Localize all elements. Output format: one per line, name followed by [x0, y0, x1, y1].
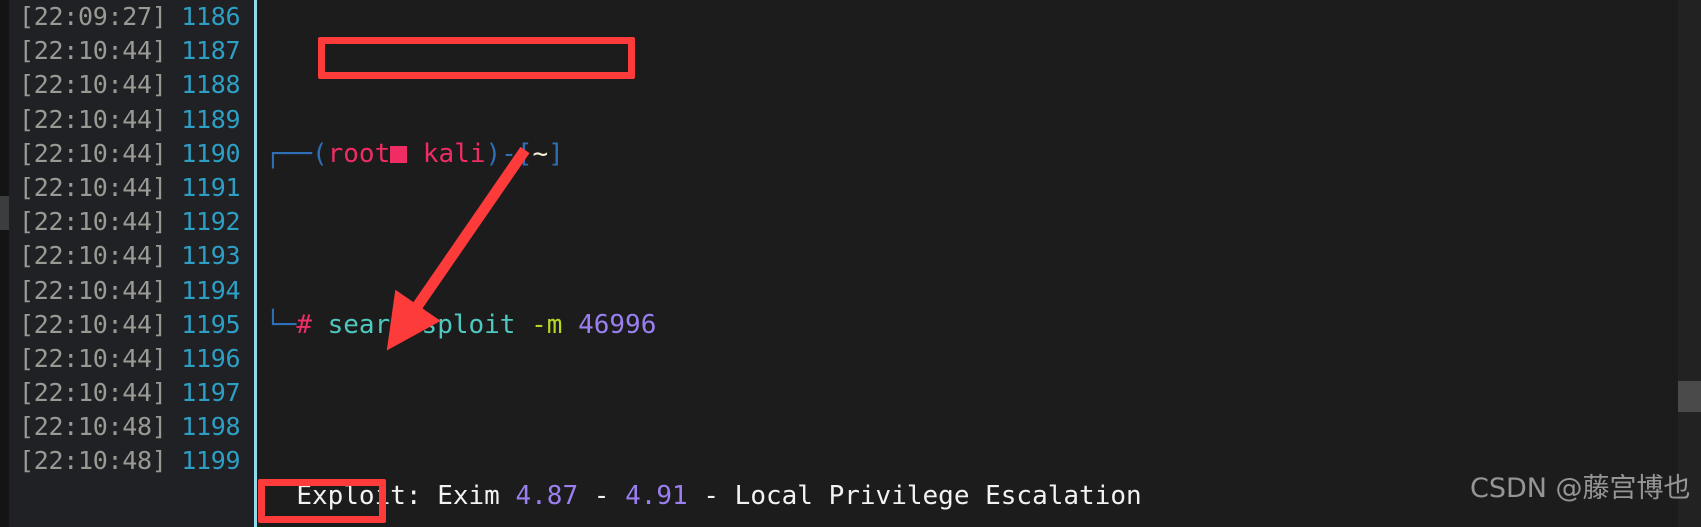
- gutter-timestamp: [22:10:44]: [19, 275, 167, 305]
- gutter-row: [22:10:44] 1187: [9, 34, 255, 68]
- prompt-hash: #: [296, 309, 312, 340]
- gutter-row: [22:10:44] 1191: [9, 171, 255, 205]
- gutter-timestamp: [22:10:44]: [19, 138, 167, 168]
- left-scroll-rail[interactable]: [0, 0, 9, 527]
- prompt-line-top-1: ┌──(root kali)-[~]: [257, 137, 1701, 171]
- exploit-label: Exploit:: [296, 480, 422, 511]
- left-scroll-thumb[interactable]: [0, 196, 9, 230]
- command-program: searchsploit: [327, 309, 516, 340]
- gutter-timestamp: [22:10:44]: [19, 343, 167, 373]
- gutter-row: [22:10:44] 1196: [9, 342, 255, 376]
- prompt-host: kali: [407, 138, 486, 169]
- gutter-row: [22:10:44] 1190: [9, 137, 255, 171]
- gutter-linenumber: 1192: [181, 207, 241, 237]
- gutter-row: [22:10:48] 1199: [9, 444, 255, 478]
- vertical-scrollbar-track[interactable]: [1678, 0, 1701, 527]
- prompt-bracket-close: ]: [548, 138, 564, 169]
- gutter-linenumber: 1195: [181, 309, 241, 339]
- prompt-user: root: [327, 138, 391, 169]
- gutter-timestamp: [22:10:48]: [19, 412, 167, 442]
- prompt-line-cmd-1: └─# searchsploit -m 46996: [257, 308, 1701, 342]
- gutter-linenumber: 1194: [181, 275, 241, 305]
- gutter-timestamp: [22:10:44]: [19, 378, 167, 408]
- exploit-version-from: 4.87: [515, 480, 579, 511]
- gutter-linenumber: 1188: [181, 70, 241, 100]
- exploit-version-to: 4.91: [625, 480, 688, 511]
- gutter-row: [22:10:44] 1197: [9, 376, 255, 410]
- exploit-suffix: - Local Privilege Escalation: [703, 480, 1142, 511]
- exploit-name: Exim: [437, 480, 500, 511]
- terminal-screenshot: ┌──(root kali)-[~] └─# searchsploit -m 4…: [0, 0, 1701, 527]
- gutter-linenumber: 1197: [181, 378, 241, 408]
- gutter-row: [22:09:27] 1186: [9, 0, 255, 34]
- gutter-row: [22:10:44] 1189: [9, 103, 255, 137]
- exploit-version-dash: -: [593, 480, 610, 511]
- gutter-row: [22:10:44] 1194: [9, 274, 255, 308]
- prompt-close-paren: )-: [485, 138, 517, 169]
- gutter-timestamp: [22:10:44]: [19, 241, 167, 271]
- gutter-linenumber: 1189: [181, 104, 241, 134]
- output-exploit-line: Exploit: Exim 4.87 - 4.91 - Local Privil…: [257, 479, 1701, 513]
- gutter-row: [22:10:48] 1198: [9, 410, 255, 444]
- gutter-linenumber: 1187: [181, 36, 241, 66]
- prompt-box-top: ┌──(: [265, 138, 328, 169]
- gutter-linenumber: 1191: [181, 172, 241, 202]
- gutter-row: [22:10:44] 1195: [9, 308, 255, 342]
- gutter-timestamp: [22:10:44]: [19, 309, 167, 339]
- gutter-row: [22:10:44] 1188: [9, 68, 255, 102]
- gutter-linenumber: 1196: [181, 343, 241, 373]
- gutter-linenumber: 1198: [181, 412, 241, 442]
- gutter-timestamp: [22:09:27]: [19, 2, 167, 31]
- gutter-timestamp: [22:10:44]: [19, 104, 167, 134]
- gutter-row: [22:10:44] 1193: [9, 239, 255, 273]
- gutter-linenumber: 1186: [181, 2, 241, 31]
- prompt-bracket-open: [: [516, 138, 533, 169]
- gutter-linenumber: 1199: [181, 446, 241, 476]
- gutter-timestamp: [22:10:44]: [19, 207, 167, 237]
- terminal-output[interactable]: ┌──(root kali)-[~] └─# searchsploit -m 4…: [257, 0, 1701, 527]
- gutter-rows: [22:09:27] 1186 [22:10:44] 1187 [22:10:4…: [9, 0, 255, 527]
- prompt-cwd: ~: [532, 138, 549, 169]
- gutter-timestamp: [22:10:48]: [19, 446, 167, 476]
- gutter-timestamp: [22:10:44]: [19, 172, 167, 202]
- command-argument: 46996: [578, 309, 657, 340]
- gutter-timestamp: [22:10:44]: [19, 36, 167, 66]
- gutter-row: [22:10:44] 1192: [9, 205, 255, 239]
- command-flag: -m: [531, 309, 563, 340]
- kali-logo-icon: [390, 145, 408, 163]
- gutter-linenumber: 1193: [181, 241, 241, 271]
- vertical-scrollbar-thumb[interactable]: [1678, 381, 1701, 412]
- gutter-linenumber: 1190: [181, 138, 241, 168]
- gutter-timestamp: [22:10:44]: [19, 70, 167, 100]
- prompt-box-bottom: └─: [265, 309, 297, 340]
